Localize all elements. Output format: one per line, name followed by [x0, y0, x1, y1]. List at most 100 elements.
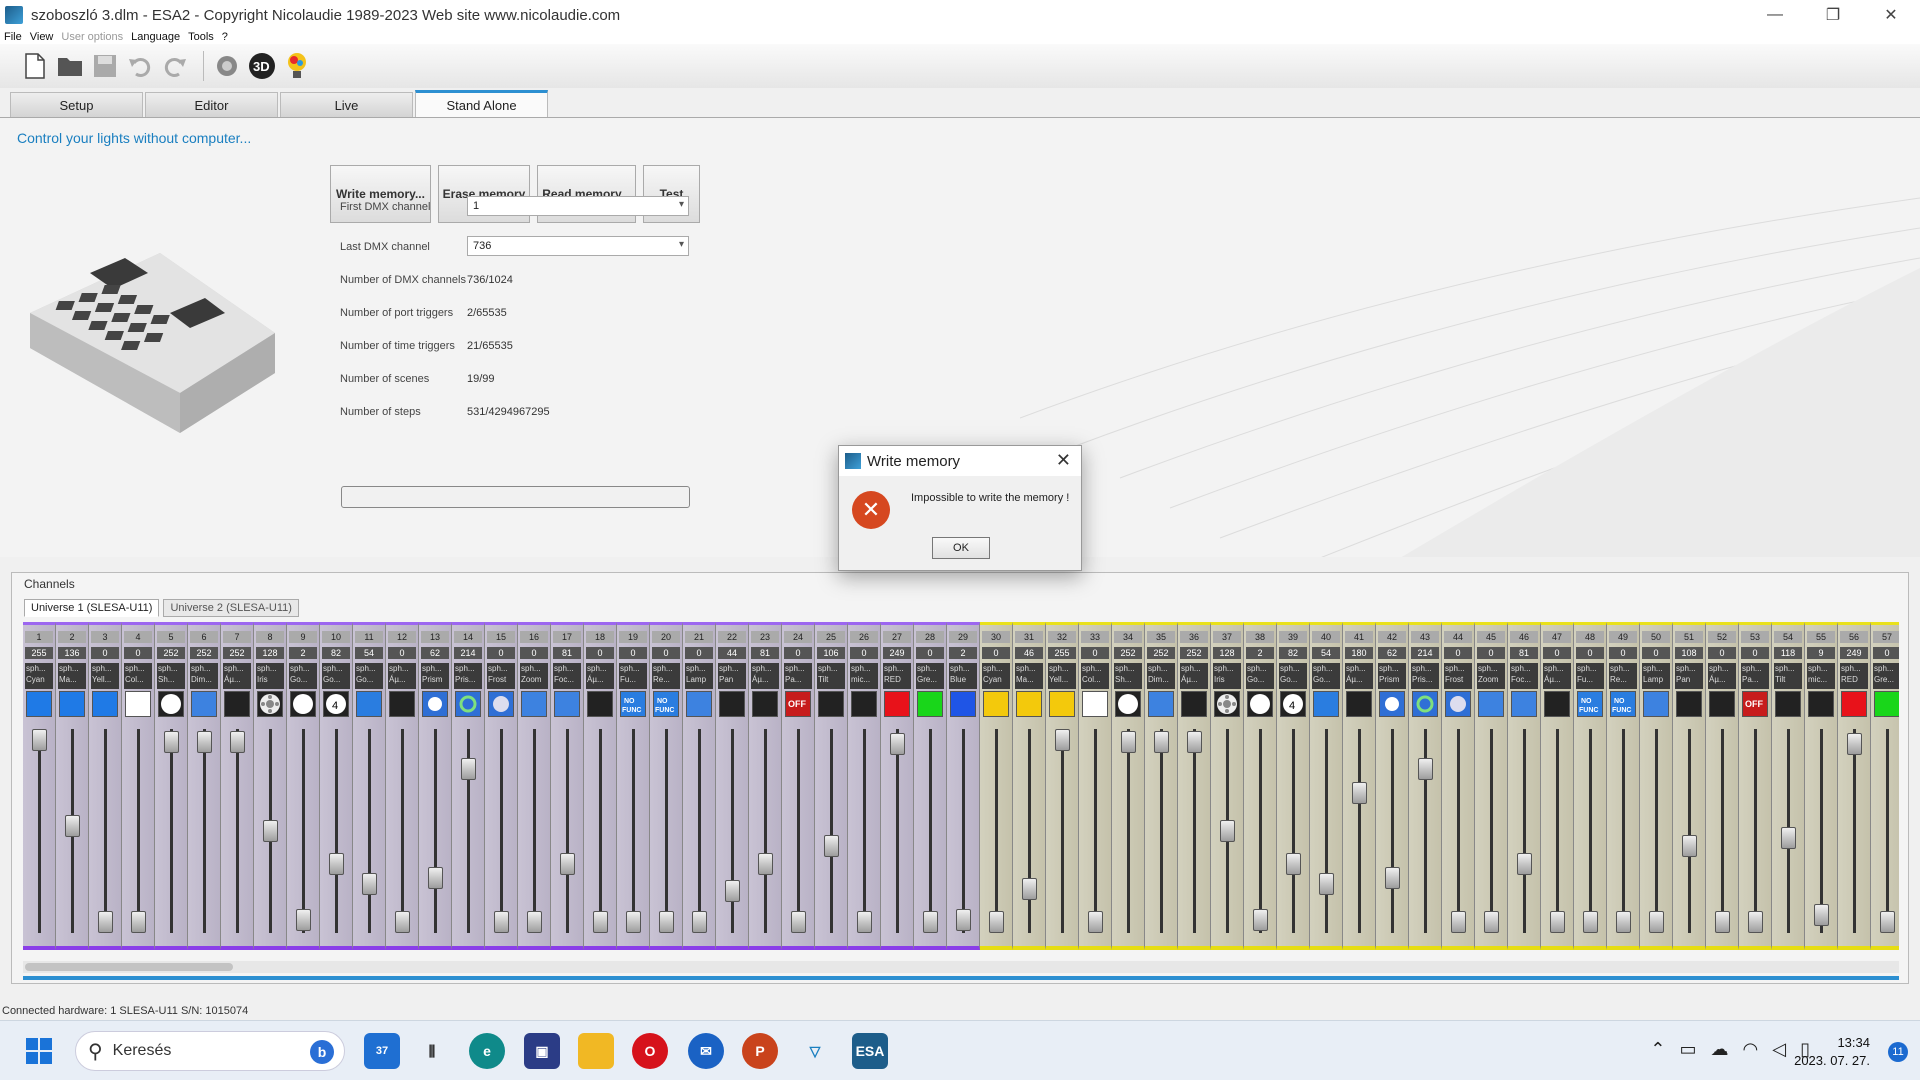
fader-handle[interactable]	[329, 852, 344, 875]
widgets-icon[interactable]: 37	[364, 1033, 400, 1069]
fader-handle[interactable]	[1550, 911, 1565, 933]
fader-handle[interactable]	[1781, 827, 1796, 850]
powerpoint-icon[interactable]: P	[742, 1033, 778, 1069]
menu-user-options[interactable]: User options	[61, 31, 123, 43]
chevron-up-icon[interactable]: ⌃	[1650, 1039, 1665, 1060]
channel-preset-icon[interactable]	[686, 691, 712, 717]
channel-preset-icon[interactable]	[257, 691, 283, 717]
fader-handle[interactable]	[1055, 729, 1070, 751]
fader-handle[interactable]	[1649, 911, 1664, 933]
fader-handle[interactable]	[164, 730, 179, 753]
scrollbar-thumb[interactable]	[25, 963, 233, 971]
start-button[interactable]	[26, 1038, 52, 1064]
menu-help[interactable]: ?	[222, 31, 228, 43]
fader-handle[interactable]	[1352, 781, 1367, 804]
channel-preset-icon[interactable]	[1214, 691, 1240, 717]
fader-handle[interactable]	[725, 880, 740, 903]
outlook-icon[interactable]: ✉	[688, 1033, 724, 1069]
channel-preset-icon[interactable]	[92, 691, 118, 717]
channel-preset-icon[interactable]: NO FUNC	[1577, 691, 1603, 717]
fader-handle[interactable]	[230, 730, 245, 753]
channel-preset-icon[interactable]	[917, 691, 943, 717]
fader-handle[interactable]	[791, 911, 806, 933]
fader-handle[interactable]	[956, 909, 971, 932]
light-bulb-icon[interactable]	[282, 51, 312, 81]
fader-handle[interactable]	[1022, 878, 1037, 901]
channel-preset-icon[interactable]: NO FUNC	[653, 691, 679, 717]
tab-editor[interactable]: Editor	[145, 92, 278, 118]
notification-badge[interactable]: 11	[1888, 1042, 1908, 1062]
fader-handle[interactable]	[857, 911, 872, 933]
channel-preset-icon[interactable]	[488, 691, 514, 717]
fader-handle[interactable]	[1088, 911, 1103, 933]
channel-preset-icon[interactable]: 4	[1280, 691, 1306, 717]
fader-handle[interactable]	[989, 911, 1004, 933]
taskbar-clock[interactable]: 13:34 2023. 07. 27.	[1794, 1034, 1870, 1070]
fader-handle[interactable]	[1418, 758, 1433, 781]
bing-icon[interactable]: b	[310, 1040, 334, 1064]
menu-language[interactable]: Language	[131, 31, 180, 43]
fader-handle[interactable]	[1385, 867, 1400, 890]
channel-preset-icon[interactable]	[1082, 691, 1108, 717]
maximize-button[interactable]: ❐	[1804, 0, 1862, 30]
fader-handle[interactable]	[428, 867, 443, 890]
channel-preset-icon[interactable]	[818, 691, 844, 717]
vpn-app-icon[interactable]: ▽	[797, 1033, 833, 1069]
fader-handle[interactable]	[1748, 911, 1763, 933]
tab-universe-2[interactable]: Universe 2 (SLESA-U11)	[163, 599, 299, 617]
channel-preset-icon[interactable]	[1808, 691, 1834, 717]
fader-handle[interactable]	[1715, 911, 1730, 933]
fader-handle[interactable]	[1253, 909, 1268, 932]
channel-preset-icon[interactable]	[389, 691, 415, 717]
fader-handle[interactable]	[692, 911, 707, 933]
app-launcher-icon[interactable]: ⫼	[414, 1033, 450, 1069]
fader-handle[interactable]	[758, 852, 773, 875]
fader-handle[interactable]	[395, 911, 410, 933]
channel-preset-icon[interactable]	[26, 691, 52, 717]
fader-handle[interactable]	[1286, 852, 1301, 875]
fader-handle[interactable]	[1616, 911, 1631, 933]
channel-preset-icon[interactable]	[455, 691, 481, 717]
undo-icon[interactable]	[125, 51, 155, 81]
redo-icon[interactable]	[160, 51, 190, 81]
fader-handle[interactable]	[296, 909, 311, 932]
fader-handle[interactable]	[98, 911, 113, 933]
fader-handle[interactable]	[824, 834, 839, 857]
channel-preset-icon[interactable]	[1379, 691, 1405, 717]
channel-preset-icon[interactable]	[719, 691, 745, 717]
fader-handle[interactable]	[461, 758, 476, 781]
channel-preset-icon[interactable]	[1181, 691, 1207, 717]
ok-button[interactable]: OK	[932, 537, 990, 559]
fader-handle[interactable]	[1682, 834, 1697, 857]
taskbar-search[interactable]: ⚲ Keresés b	[75, 1031, 345, 1071]
new-file-icon[interactable]	[20, 51, 50, 81]
channel-preset-icon[interactable]	[1643, 691, 1669, 717]
save-disk-icon[interactable]: ▣	[524, 1033, 560, 1069]
channel-preset-icon[interactable]	[554, 691, 580, 717]
channel-preset-icon[interactable]	[1841, 691, 1867, 717]
tab-stand-alone[interactable]: Stand Alone	[415, 90, 548, 118]
channel-preset-icon[interactable]	[1049, 691, 1075, 717]
save-icon[interactable]	[90, 51, 120, 81]
channel-preset-icon[interactable]	[851, 691, 877, 717]
channel-preset-icon[interactable]	[191, 691, 217, 717]
tab-setup[interactable]: Setup	[10, 92, 143, 118]
onedrive-icon[interactable]: ☁	[1711, 1039, 1729, 1060]
channel-preset-icon[interactable]: 4	[323, 691, 349, 717]
3d-visualizer-icon[interactable]: 3D	[247, 51, 277, 81]
fader-handle[interactable]	[560, 852, 575, 875]
channel-preset-icon[interactable]	[224, 691, 250, 717]
channel-preset-icon[interactable]: NO FUNC	[620, 691, 646, 717]
channel-preset-icon[interactable]	[983, 691, 1009, 717]
fader-handle[interactable]	[65, 814, 80, 837]
fader-handle[interactable]	[32, 729, 47, 751]
fader-handle[interactable]	[362, 872, 377, 895]
channel-preset-icon[interactable]	[1445, 691, 1471, 717]
channel-preset-icon[interactable]	[587, 691, 613, 717]
write-memory-button[interactable]: Write memory...	[330, 165, 431, 223]
channel-preset-icon[interactable]	[1148, 691, 1174, 717]
channel-preset-icon[interactable]: OFF	[785, 691, 811, 717]
fader-handle[interactable]	[1814, 903, 1829, 926]
last-dmx-select[interactable]: 736 ▾	[467, 236, 689, 256]
fader-handle[interactable]	[1880, 911, 1895, 933]
